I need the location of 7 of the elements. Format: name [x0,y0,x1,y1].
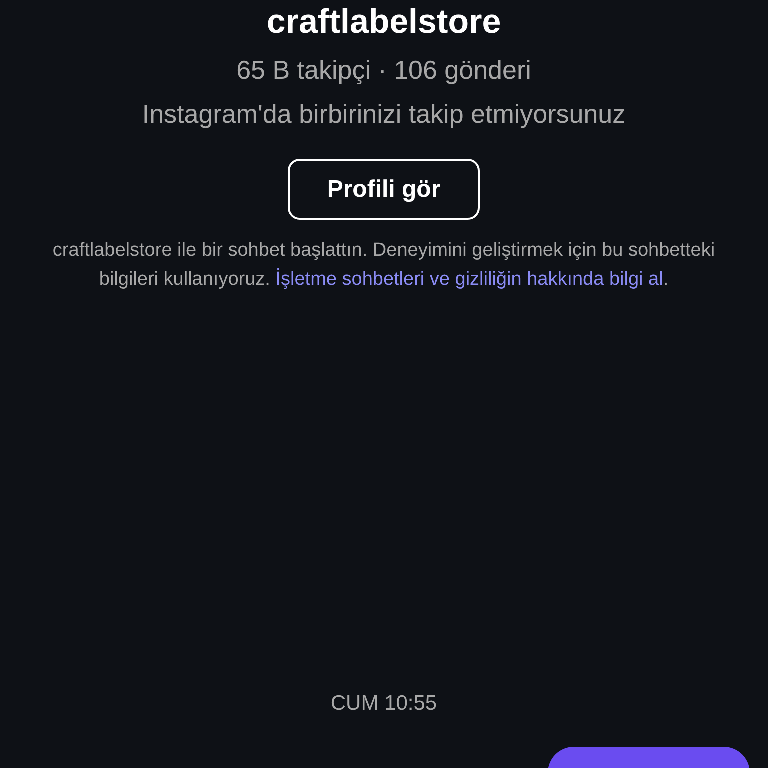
view-profile-button[interactable]: Profili gör [288,159,480,220]
follow-relation: Instagram'da birbirinizi takip etmiyorsunuz [142,98,626,130]
privacy-link[interactable]: İşletme sohbetleri ve gizliliğin hakkında bilgi al [276,269,664,290]
message-timestamp: CUM 10:55 [330,691,438,717]
profile-stats: 65 B takipçi · 106 gönderi [236,54,532,86]
chat-notice: craftlabelstore ile bir sohbet başlattın. Deneyimini geliştirmek için bu sohbetteki bilgileri kullanıyoruz. İşletme sohbetleri ve gizliliğin hakkında bilgi al. [52,239,716,292]
username: craftlabelstore [266,2,502,42]
